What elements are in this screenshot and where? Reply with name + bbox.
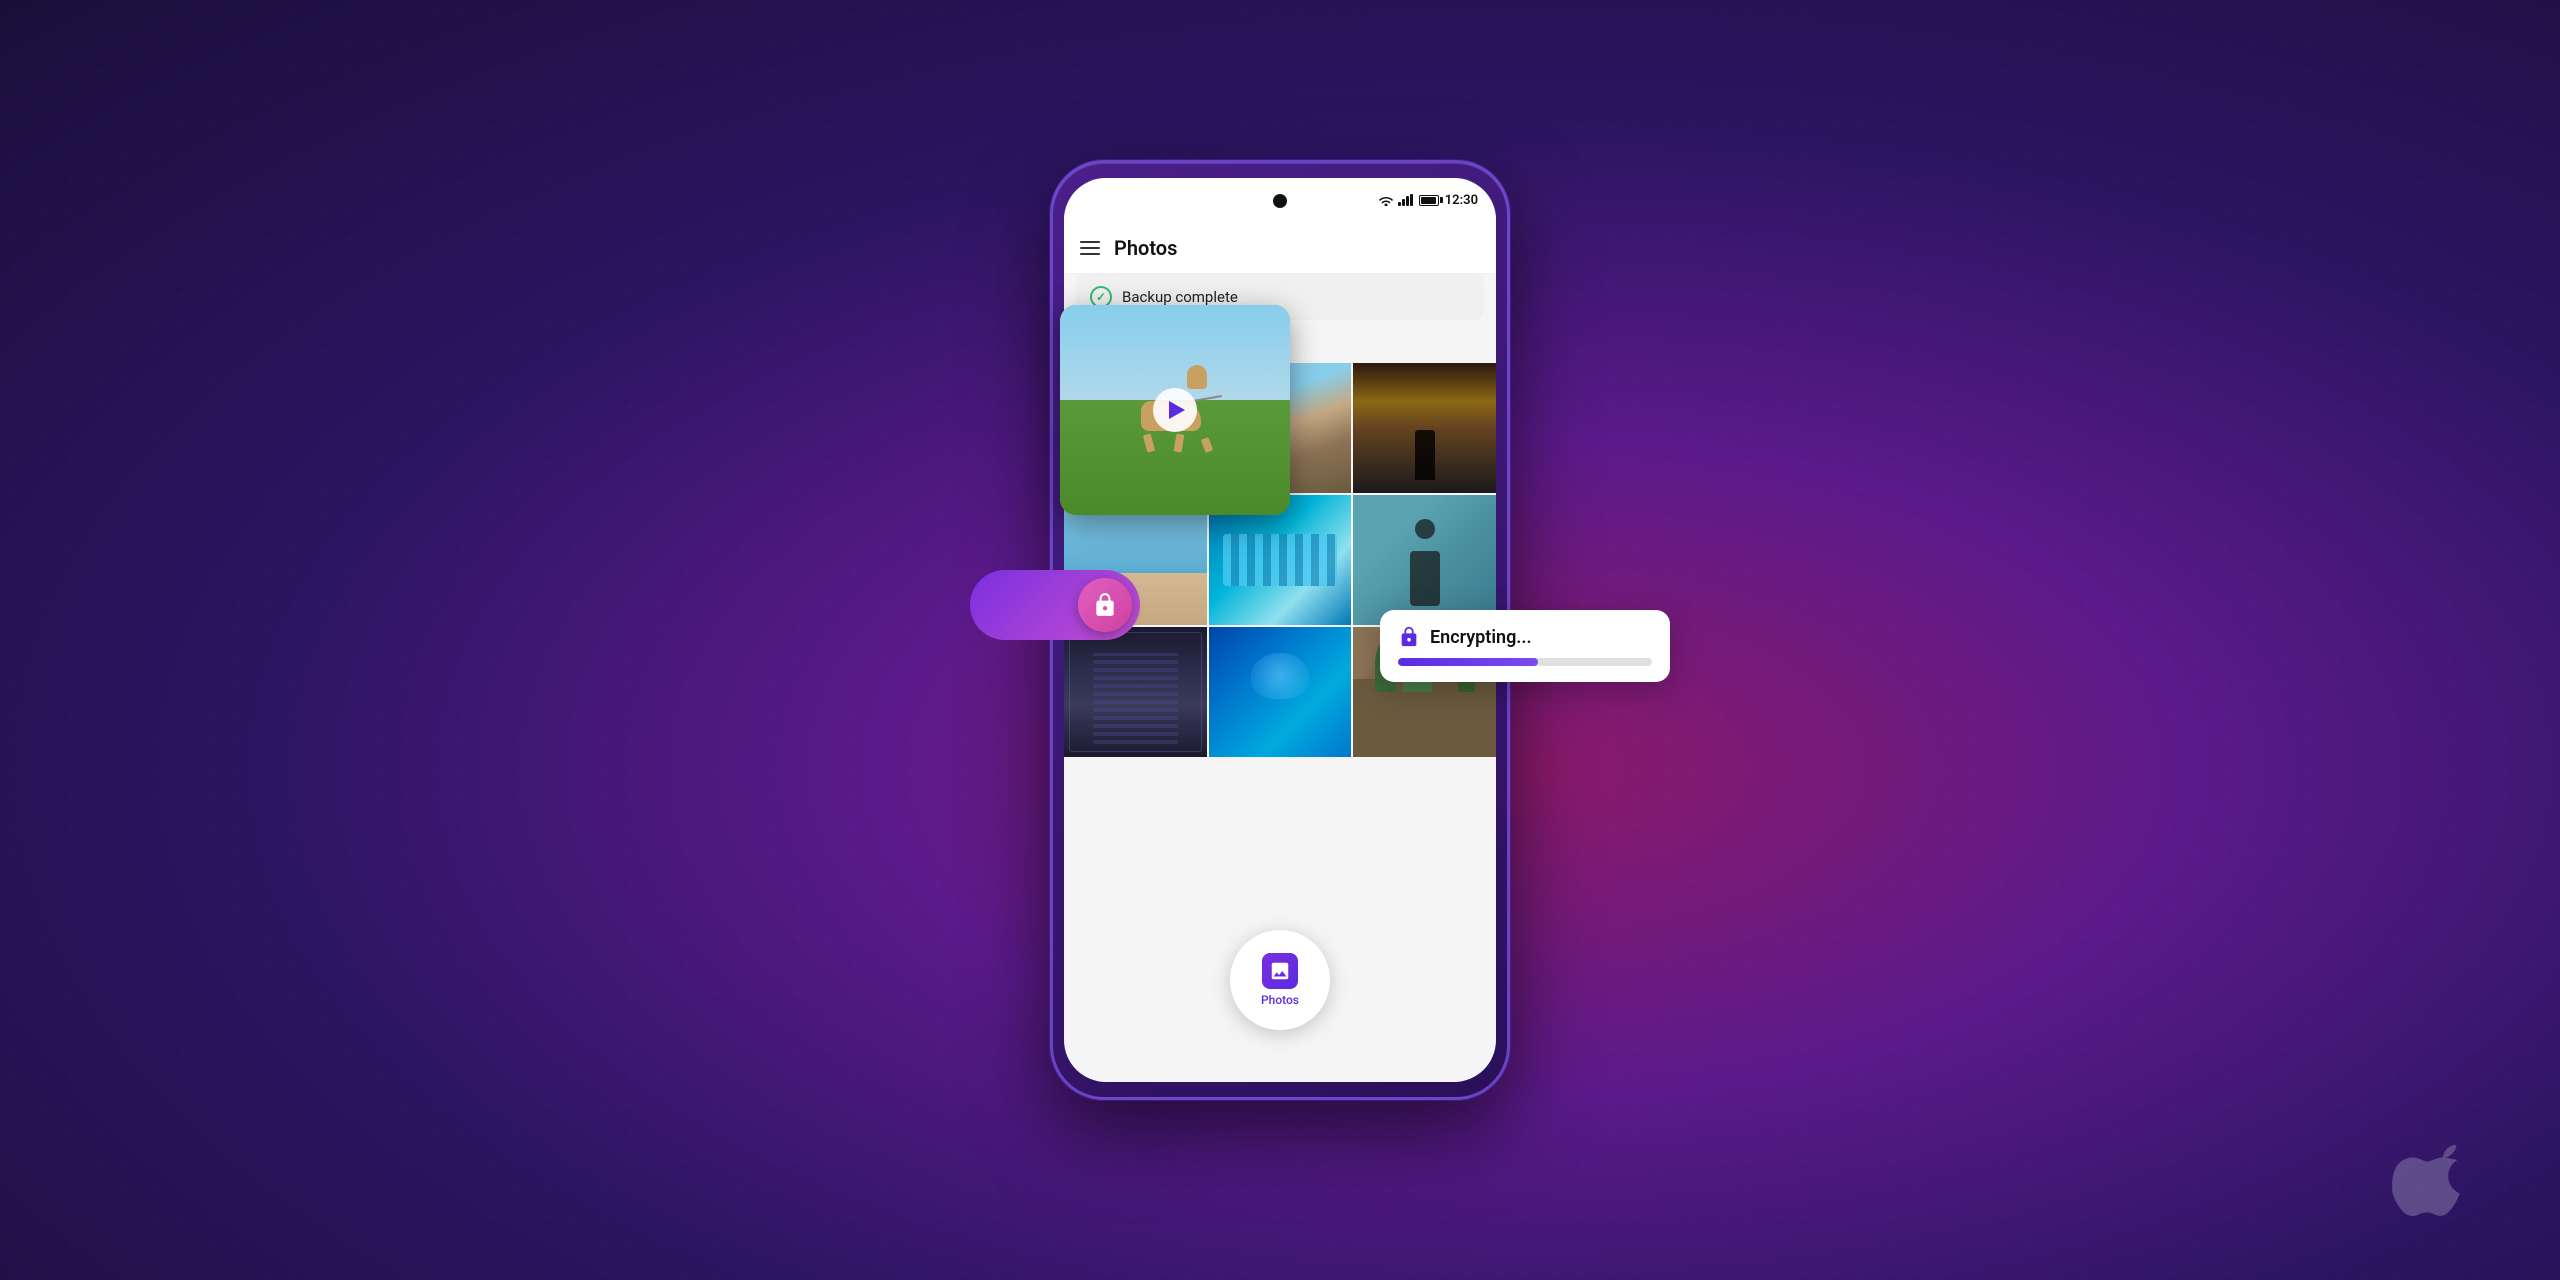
apple-logo [2390,1131,2460,1220]
encrypt-progress-fill [1398,658,1538,666]
encrypt-title-text: Encrypting... [1430,627,1532,648]
photos-app-icon [1262,953,1298,989]
photo-woman[interactable] [1353,495,1496,625]
status-icons [1378,194,1439,206]
photos-circle-icon[interactable]: Photos [1230,930,1330,1030]
encrypt-lock-icon [1398,626,1420,648]
encrypt-header: Encrypting... [1398,626,1652,648]
battery-icon [1419,195,1439,206]
lock-icon [1092,592,1118,618]
scene: 12:30 Photos Backup complete This month [0,0,2560,1280]
menu-button[interactable] [1080,241,1100,255]
battery-fill [1421,197,1436,204]
apple-logo-icon [2390,1131,2460,1216]
photo-door[interactable] [1353,363,1496,493]
floating-video-card[interactable] [1060,305,1290,515]
app-title: Photos [1114,236,1177,260]
encrypt-progress-bg [1398,658,1652,666]
backup-status-text: Backup complete [1122,288,1238,306]
photos-circle-label-text: Photos [1261,993,1299,1007]
front-camera [1273,194,1287,208]
lock-toggle-pill[interactable] [970,570,1140,640]
photo-xray[interactable] [1064,627,1207,757]
play-button[interactable] [1153,388,1197,432]
photo-jellyfish[interactable] [1209,627,1352,757]
wifi-icon [1378,194,1394,206]
signal-icon [1398,194,1413,206]
encrypt-card: Encrypting... [1380,610,1670,682]
app-bar: Photos [1064,222,1496,274]
status-time: 12:30 [1445,193,1478,208]
lock-toggle-circle[interactable] [1078,578,1132,632]
image-icon [1269,960,1291,982]
video-play-overlay[interactable] [1060,305,1290,515]
